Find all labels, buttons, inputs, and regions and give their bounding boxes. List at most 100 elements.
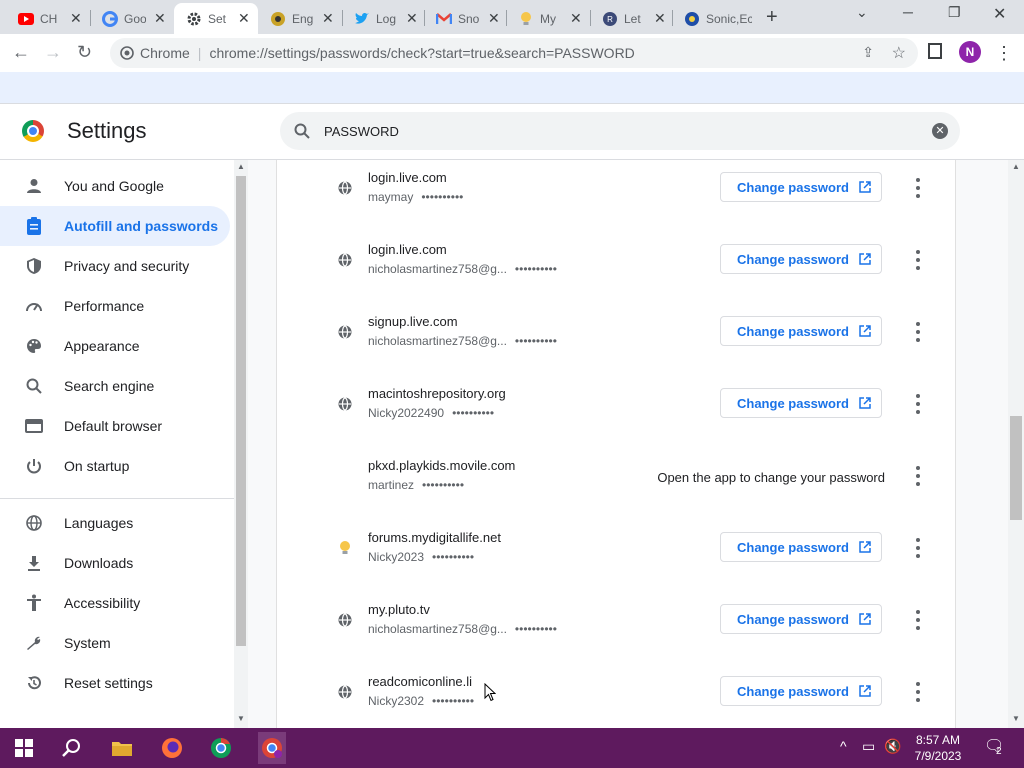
bookmark-star-icon[interactable]: ☆	[892, 43, 906, 63]
shield-icon	[24, 257, 44, 275]
close-tab-icon[interactable]: ✕	[238, 10, 250, 27]
password-mask: ••••••••••	[452, 406, 495, 420]
chrome-site-icon	[120, 46, 134, 60]
share-icon[interactable]: ⇪	[862, 44, 874, 61]
more-actions-icon[interactable]	[915, 538, 921, 558]
change-password-button[interactable]: Change password	[720, 172, 882, 202]
sidebar-item-default-browser[interactable]: Default browser	[0, 406, 230, 446]
chrome-profile-taskbar-icon[interactable]	[258, 732, 286, 764]
reload-icon[interactable]: ↻	[77, 42, 92, 63]
main-scrollbar[interactable]: ▲ ▼	[1008, 160, 1024, 728]
taskbar-clock[interactable]: 8:57 AM 7/9/2023	[904, 732, 972, 764]
sidebar-item-appearance[interactable]: Appearance	[0, 326, 230, 366]
main-scroll-thumb[interactable]	[1010, 416, 1022, 520]
sidebar-scrollbar[interactable]: ▲ ▼	[234, 160, 248, 728]
tab-gmail[interactable]: Sno ✕	[424, 3, 500, 34]
sidebar-item-system[interactable]: System	[0, 623, 230, 663]
password-mask: ••••••••••	[422, 478, 465, 492]
sidebar-item-autofill[interactable]: Autofill and passwords	[0, 206, 230, 246]
profile-avatar[interactable]: N	[959, 41, 981, 63]
firefox-icon[interactable]	[160, 736, 184, 760]
clock-time: 8:57 AM	[915, 733, 961, 747]
browser-toolbar: ← → ↻ Chrome | chrome://settings/passwor…	[0, 34, 1024, 72]
restore-icon[interactable]: ❐	[948, 4, 961, 21]
sidebar-item-you-and-google[interactable]: You and Google	[0, 166, 230, 206]
close-tab-icon[interactable]: ✕	[488, 10, 500, 27]
sidebar-item-languages[interactable]: Languages	[0, 503, 230, 543]
windows-start-icon[interactable]	[12, 736, 36, 760]
search-icon[interactable]	[60, 736, 84, 760]
side-panel-icon[interactable]	[928, 43, 942, 59]
tab-search-chevron-icon[interactable]: ⌄	[856, 4, 868, 21]
tab-let[interactable]: R Let ✕	[590, 3, 666, 34]
tab-google[interactable]: Goo ✕	[90, 3, 166, 34]
sidebar-item-downloads[interactable]: Downloads	[0, 543, 230, 583]
sidebar-item-label: Search engine	[64, 378, 155, 394]
menu-dots-icon[interactable]: ⋮	[995, 43, 1013, 64]
site-name: login.live.com	[368, 170, 447, 185]
sidebar-item-accessibility[interactable]: Accessibility	[0, 583, 230, 623]
close-tab-icon[interactable]: ✕	[322, 10, 334, 27]
change-password-button[interactable]: Change password	[720, 244, 882, 274]
file-explorer-icon[interactable]	[110, 736, 134, 760]
change-password-button[interactable]: Change password	[720, 676, 882, 706]
new-tab-plus-icon[interactable]: +	[766, 6, 778, 29]
bulb-icon	[337, 540, 353, 556]
tab-youtube[interactable]: CH ✕	[6, 3, 82, 34]
close-tab-icon[interactable]: ✕	[406, 10, 418, 27]
more-actions-icon[interactable]	[915, 178, 921, 198]
sidebar-item-performance[interactable]: Performance	[0, 286, 230, 326]
close-tab-icon[interactable]: ✕	[654, 10, 666, 27]
site-name: readcomiconline.li	[368, 674, 473, 689]
tab-settings[interactable]: Set ✕	[174, 3, 258, 34]
tab-sonic[interactable]: Sonic,Ec	[672, 3, 752, 34]
password-row: macintoshrepository.org Nicky2022490 ••••…	[277, 372, 955, 444]
change-password-button[interactable]: Change password	[720, 604, 882, 634]
close-window-icon[interactable]: ✕	[993, 4, 1006, 24]
sidebar-item-reset[interactable]: Reset settings	[0, 663, 230, 703]
more-actions-icon[interactable]	[915, 250, 921, 270]
address-bar[interactable]: Chrome | chrome://settings/passwords/che…	[110, 38, 918, 68]
forward-arrow-icon[interactable]: →	[44, 42, 62, 63]
close-tab-icon[interactable]: ✕	[70, 10, 82, 27]
settings-sidebar: You and Google Autofill and passwords Pr…	[0, 160, 234, 728]
search-input[interactable]: PASSWORD	[324, 124, 399, 139]
sidebar-scroll-thumb[interactable]	[236, 176, 246, 646]
minimize-icon[interactable]: ─	[903, 4, 913, 20]
tab-title: Log	[376, 11, 397, 26]
globe-icon	[337, 684, 353, 700]
sidebar-item-on-startup[interactable]: On startup	[0, 446, 230, 486]
username: Nicky2022490	[368, 406, 445, 420]
more-actions-icon[interactable]	[915, 466, 921, 486]
more-actions-icon[interactable]	[915, 610, 921, 630]
change-password-button[interactable]: Change password	[720, 316, 882, 346]
tab-my[interactable]: My ✕	[506, 3, 582, 34]
tab-twitter[interactable]: Log ✕	[342, 3, 418, 34]
network-icon[interactable]: ▭	[862, 738, 875, 755]
settings-search[interactable]: PASSWORD ✕	[280, 112, 960, 150]
close-tab-icon[interactable]: ✕	[154, 10, 166, 27]
tab-title: CH	[40, 11, 58, 26]
globe-icon	[337, 252, 353, 268]
more-actions-icon[interactable]	[915, 682, 921, 702]
password-check-list: login.live.com maymay •••••••••• Change p…	[276, 160, 956, 728]
url-text[interactable]: chrome://settings/passwords/check?start=…	[209, 45, 634, 61]
volume-muted-icon[interactable]: 🔇	[884, 738, 901, 755]
tray-chevron-icon[interactable]: ^	[840, 738, 847, 754]
sidebar-item-search-engine[interactable]: Search engine	[0, 366, 230, 406]
change-password-button[interactable]: Change password	[720, 388, 882, 418]
settings-gear-icon	[186, 11, 202, 27]
more-actions-icon[interactable]	[915, 394, 921, 414]
chrome-taskbar-icon[interactable]	[209, 736, 233, 760]
back-arrow-icon[interactable]: ←	[12, 42, 30, 63]
clear-search-icon[interactable]: ✕	[932, 123, 948, 139]
sidebar-item-privacy[interactable]: Privacy and security	[0, 246, 230, 286]
search-icon	[24, 378, 44, 394]
more-actions-icon[interactable]	[915, 322, 921, 342]
username: nicholasmartinez758@g...	[368, 622, 507, 636]
change-password-button[interactable]: Change password	[720, 532, 882, 562]
tab-eng[interactable]: Eng ✕	[258, 3, 334, 34]
close-tab-icon[interactable]: ✕	[570, 10, 582, 27]
mouse-cursor-icon	[484, 683, 496, 702]
sidebar-item-label: Default browser	[64, 418, 163, 434]
